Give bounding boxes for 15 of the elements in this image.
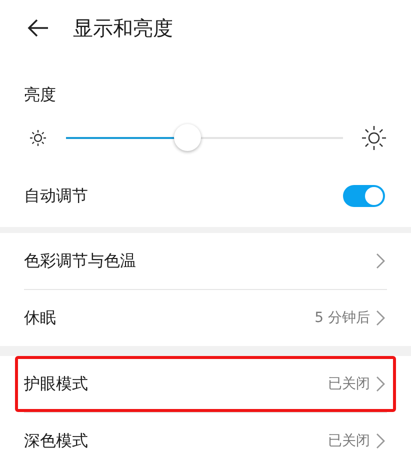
settings-item[interactable]: 护眼模式 已关闭 [15, 356, 396, 412]
settings-item[interactable]: 色彩调节与色温 [15, 233, 396, 289]
chevron-right-icon [376, 433, 385, 449]
auto-adjust-toggle[interactable] [343, 185, 385, 207]
page-title: 显示和亮度 [73, 14, 173, 42]
chevron-right-icon [376, 253, 385, 269]
dim-sun-icon [28, 128, 48, 148]
back-icon[interactable] [27, 19, 49, 37]
chevron-right-icon [376, 376, 385, 392]
auto-adjust-label: 自动调节 [24, 186, 88, 206]
bright-sun-icon [361, 124, 387, 150]
settings-item[interactable]: 深色模式 已关闭 [15, 413, 396, 468]
settings-item[interactable]: 休眠 5 分钟后 [15, 290, 396, 346]
brightness-label: 亮度 [23, 85, 57, 106]
chevron-right-icon [376, 310, 385, 326]
